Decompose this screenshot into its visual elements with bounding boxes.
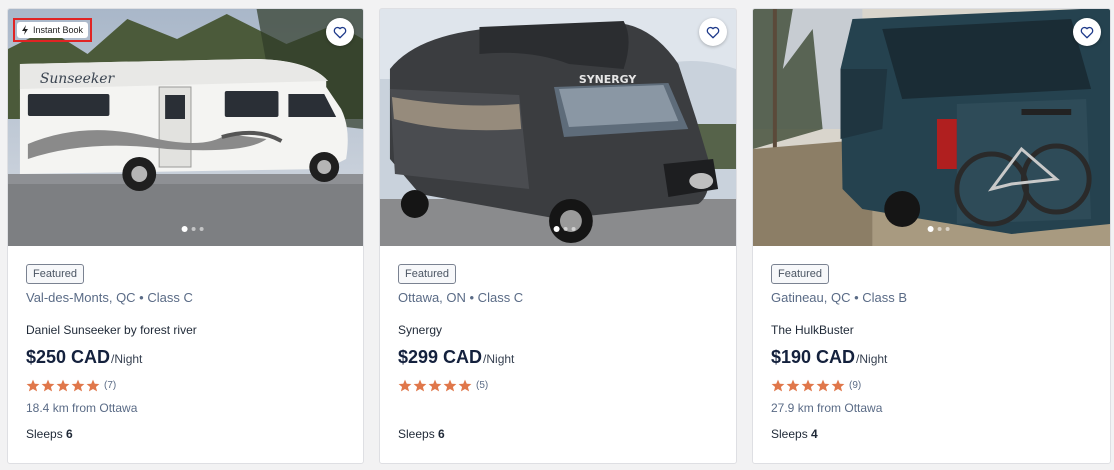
photo-carousel-dots[interactable] [181, 226, 204, 232]
carousel-dot-active[interactable] [181, 226, 188, 232]
carousel-dot[interactable] [937, 227, 942, 231]
star-icon [831, 379, 845, 392]
photo-carousel-dots[interactable] [927, 226, 950, 232]
star-icon [398, 379, 412, 392]
rating: (9) [771, 379, 1092, 392]
price-amount: $250 CAD [26, 347, 111, 367]
listing-name[interactable]: Daniel Sunseeker by forest river [26, 323, 345, 337]
listing-location: Val-des-Monts, QC • Class C [26, 290, 193, 305]
price-unit: /Night [856, 352, 888, 366]
rating: (5) [398, 379, 718, 392]
listing-sleeps: Sleeps 6 [398, 427, 718, 441]
instant-book-highlight: Instant Book [13, 18, 93, 42]
star-icon [86, 379, 100, 392]
star-icon [458, 379, 472, 392]
sleeps-count: 4 [811, 427, 818, 441]
sleeps-count: 6 [438, 427, 445, 441]
listing-price: $299 CAD /Night [398, 347, 718, 368]
rv-photo-image: Sunseeker [8, 9, 363, 246]
instant-book-label: Instant Book [33, 25, 84, 35]
star-icon [771, 379, 785, 392]
listing-distance: 27.9 km from Ottawa [771, 401, 883, 415]
star-icon [26, 379, 40, 392]
review-count: (9) [849, 380, 862, 391]
carousel-dot-active[interactable] [927, 226, 934, 232]
rv-photo-image [753, 9, 1110, 246]
listing-details: Featured Ottawa, ON • Class C Synergy $2… [380, 246, 736, 441]
listing-photo[interactable]: Sunseeker Instant Book [8, 9, 363, 246]
lightning-icon [22, 25, 28, 35]
listing-sleeps: Sleeps 6 [26, 427, 345, 441]
star-icon [801, 379, 815, 392]
listing-price: $190 CAD /Night [771, 347, 1092, 368]
price-amount: $190 CAD [771, 347, 856, 367]
star-icon [786, 379, 800, 392]
listing-name[interactable]: Synergy [398, 323, 718, 337]
listing-card[interactable]: Sunseeker Instant Book Featured Val-des-… [7, 8, 364, 464]
star-icon [428, 379, 442, 392]
listing-name[interactable]: The HulkBuster [771, 323, 1092, 337]
listing-card[interactable]: Featured Gatineau, QC • Class B The Hulk… [752, 8, 1111, 464]
instant-book-badge: Instant Book [17, 22, 89, 38]
heart-icon [1080, 26, 1094, 38]
rating: (7) [26, 379, 345, 392]
review-count: (5) [476, 380, 489, 391]
carousel-dot[interactable] [563, 227, 568, 231]
star-icon [71, 379, 85, 392]
heart-icon [706, 26, 720, 38]
listing-photo[interactable]: SYNERGY [380, 9, 736, 246]
photo-carousel-dots[interactable] [553, 226, 576, 232]
sleeps-count: 6 [66, 427, 73, 441]
sleeps-label: Sleeps [771, 427, 812, 441]
listing-distance: 18.4 km from Ottawa [26, 401, 138, 415]
carousel-dot[interactable] [945, 227, 950, 231]
favorite-button[interactable] [1073, 18, 1101, 46]
listing-grid: Sunseeker Instant Book Featured Val-des-… [7, 8, 1111, 464]
favorite-button[interactable] [699, 18, 727, 46]
listing-location: Gatineau, QC • Class B [771, 290, 908, 305]
carousel-dot[interactable] [571, 227, 576, 231]
listing-photo[interactable] [753, 9, 1110, 246]
listing-price: $250 CAD /Night [26, 347, 345, 368]
featured-badge: Featured [398, 264, 457, 284]
carousel-dot[interactable] [199, 227, 204, 231]
listing-distance [398, 401, 718, 415]
rv-logo-text: SYNERGY [579, 73, 637, 86]
star-icon [41, 379, 55, 392]
listing-details: Featured Val-des-Monts, QC • Class C Dan… [8, 246, 363, 441]
featured-badge: Featured [26, 264, 85, 284]
listing-card[interactable]: SYNERGY Featured Ottawa, ON • Class C Sy… [379, 8, 737, 464]
rv-logo-text: Sunseeker [40, 71, 116, 87]
favorite-button[interactable] [326, 18, 354, 46]
sleeps-label: Sleeps [26, 427, 67, 441]
sleeps-label: Sleeps [398, 427, 439, 441]
heart-icon [333, 26, 347, 38]
star-icon [816, 379, 830, 392]
carousel-dot[interactable] [191, 227, 196, 231]
price-unit: /Night [483, 352, 515, 366]
listing-sleeps: Sleeps 4 [771, 427, 1092, 441]
rv-photo-image: SYNERGY [380, 9, 736, 246]
listing-location: Ottawa, ON • Class C [398, 290, 524, 305]
price-unit: /Night [111, 352, 143, 366]
star-icon [413, 379, 427, 392]
price-amount: $299 CAD [398, 347, 483, 367]
star-icon [56, 379, 70, 392]
review-count: (7) [104, 380, 117, 391]
listing-details: Featured Gatineau, QC • Class B The Hulk… [753, 246, 1110, 441]
featured-badge: Featured [771, 264, 830, 284]
star-icon [443, 379, 457, 392]
carousel-dot-active[interactable] [553, 226, 560, 232]
